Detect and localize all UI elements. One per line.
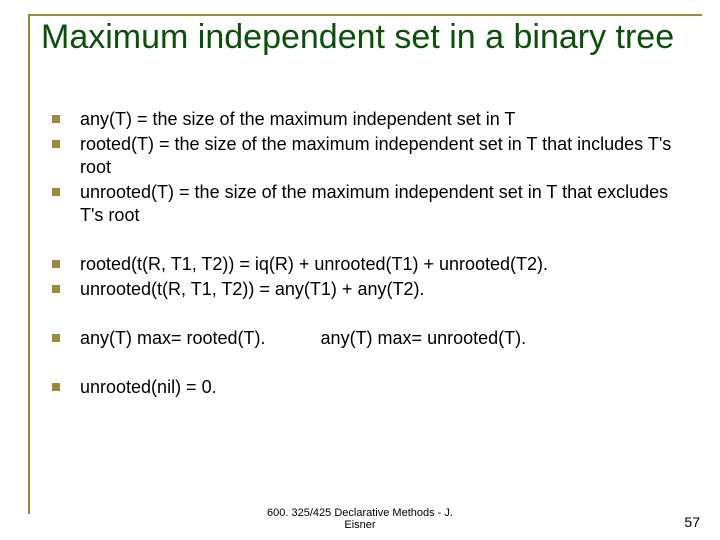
bullet-text: unrooted(t(R, T1, T2)) = any(T1) + any(T… <box>80 278 424 301</box>
slide-title: Maximum independent set in a binary tree <box>41 18 702 57</box>
list-item: any(T) max= rooted(T). any(T) max= unroo… <box>52 327 690 350</box>
bullet-icon <box>52 285 60 293</box>
page-number: 57 <box>684 514 700 530</box>
slide: Maximum independent set in a binary tree… <box>0 0 720 540</box>
bullet-group-1: any(T) = the size of the maximum indepen… <box>52 108 690 227</box>
rule-left <box>28 14 30 514</box>
any-rooted-text: any(T) max= rooted(T). <box>80 327 266 350</box>
list-item: unrooted(t(R, T1, T2)) = any(T1) + any(T… <box>52 278 690 301</box>
bullet-group-2: rooted(t(R, T1, T2)) = iq(R) + unrooted(… <box>52 253 690 301</box>
bullet-icon <box>52 260 60 268</box>
bullet-icon <box>52 383 60 391</box>
bullet-group-4: unrooted(nil) = 0. <box>52 376 690 399</box>
bullet-icon <box>52 188 60 196</box>
bullet-icon <box>52 115 60 123</box>
bullet-icon <box>52 334 60 342</box>
footer-line-2: Eisner <box>0 519 720 532</box>
any-unrooted-text: any(T) max= unrooted(T). <box>321 327 527 350</box>
rule-top <box>28 14 702 16</box>
bullet-text: rooted(T) = the size of the maximum inde… <box>80 133 690 179</box>
bullet-text-pair: any(T) max= rooted(T). any(T) max= unroo… <box>80 327 526 350</box>
bullet-icon <box>52 140 60 148</box>
bullet-text: rooted(t(R, T1, T2)) = iq(R) + unrooted(… <box>80 253 548 276</box>
slide-body: any(T) = the size of the maximum indepen… <box>52 108 690 401</box>
bullet-text: any(T) = the size of the maximum indepen… <box>80 108 515 131</box>
bullet-text: unrooted(nil) = 0. <box>80 376 217 399</box>
list-item: rooted(t(R, T1, T2)) = iq(R) + unrooted(… <box>52 253 690 276</box>
list-item: unrooted(nil) = 0. <box>52 376 690 399</box>
list-item: any(T) = the size of the maximum indepen… <box>52 108 690 131</box>
bullet-text: unrooted(T) = the size of the maximum in… <box>80 181 690 227</box>
footer: 600. 325/425 Declarative Methods - J. Ei… <box>0 507 720 532</box>
bullet-group-3: any(T) max= rooted(T). any(T) max= unroo… <box>52 327 690 350</box>
list-item: rooted(T) = the size of the maximum inde… <box>52 133 690 179</box>
footer-line-1: 600. 325/425 Declarative Methods - J. <box>0 507 720 520</box>
list-item: unrooted(T) = the size of the maximum in… <box>52 181 690 227</box>
